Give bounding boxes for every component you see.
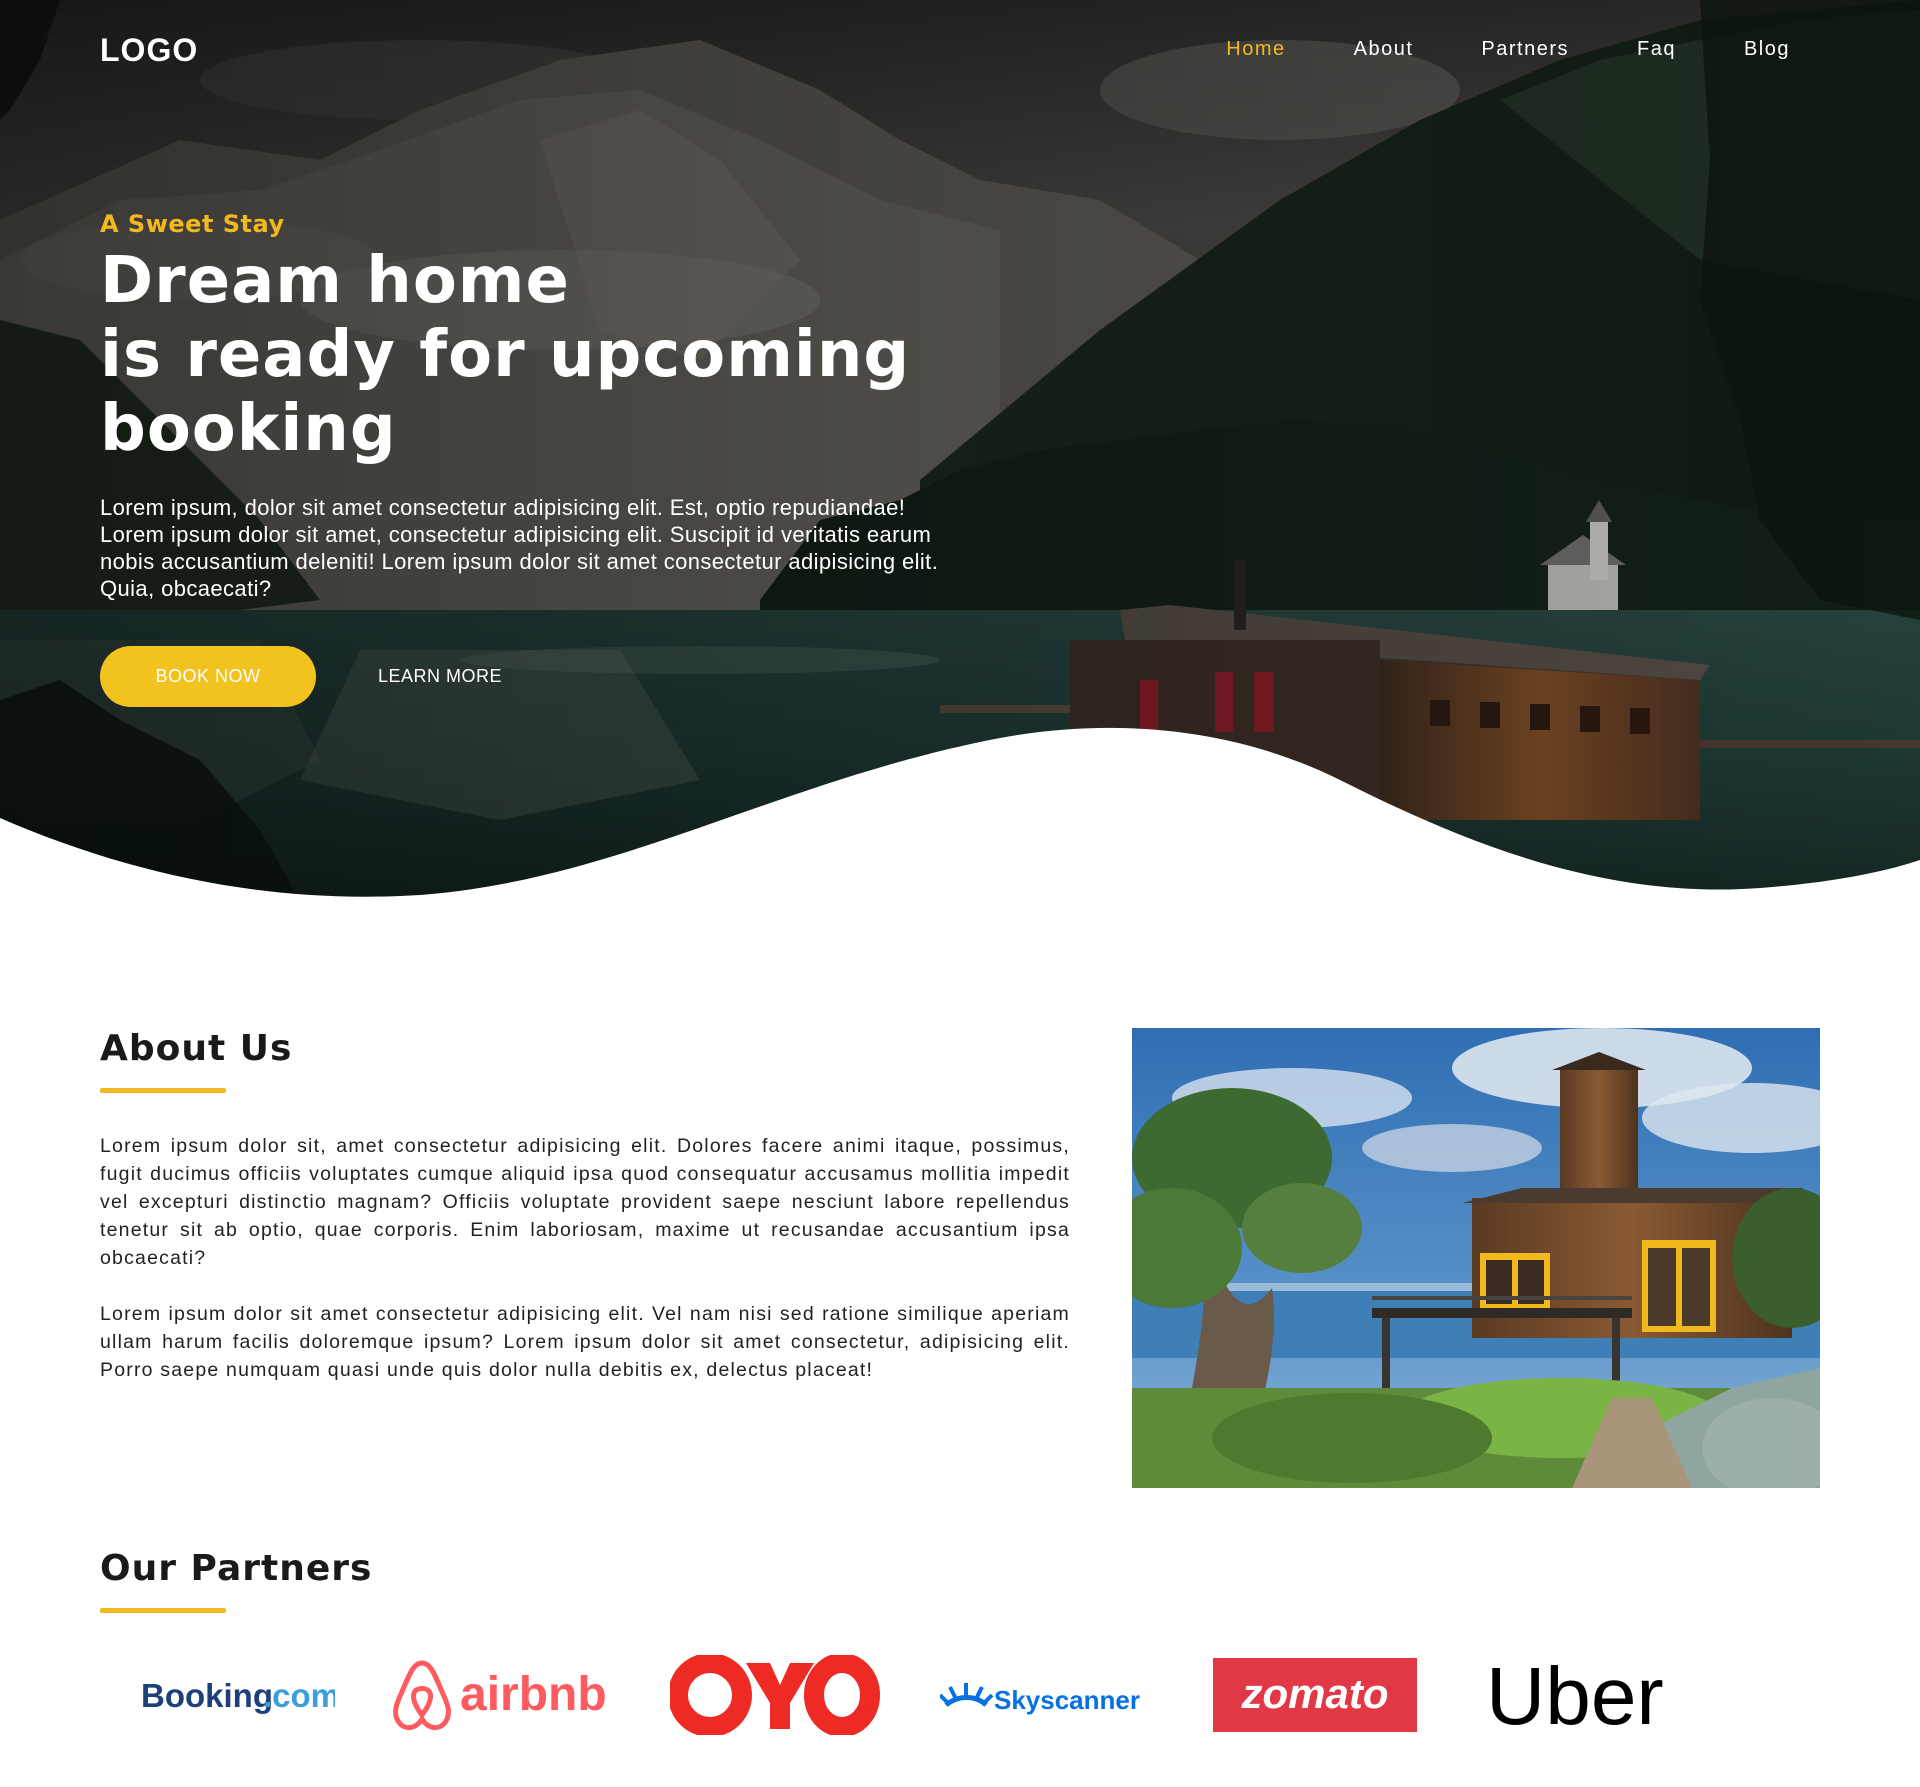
house-photo-illustration [1132,1028,1820,1488]
hero-content: A Sweet Stay Dream home is ready for upc… [100,210,960,707]
partner-logo-oyo[interactable] [640,1645,910,1745]
nav-links: Home About Partners Faq Blog [1158,38,1790,61]
nav-link-home[interactable]: Home [1226,38,1285,61]
partners-title: Our Partners [100,1548,373,1589]
partner-logo-zomato[interactable]: zomato [1180,1645,1450,1745]
skyscanner-logo: Skyscanner [940,1683,1140,1715]
hero-title-line-1: Dream home [100,244,570,318]
partners-title-underline [100,1608,226,1613]
hero-tagline: A Sweet Stay [100,210,285,238]
nav-link-partners[interactable]: Partners [1481,38,1569,61]
partner-logo-skyscanner[interactable]: Skyscanner [910,1645,1180,1745]
book-now-button[interactable]: BOOK NOW [100,646,316,707]
svg-text:zomato: zomato [1241,1670,1389,1717]
partners-section: Our Partners Booking .com airbnb Skyscan… [0,1540,1920,1780]
uber-logo: Uber [1486,1651,1664,1740]
partner-logo-booking[interactable]: Booking .com [100,1645,370,1745]
partner-logo-uber[interactable]: Uber [1450,1645,1720,1745]
about-section: About Us Lorem ipsum dolor sit, amet con… [0,1000,1920,1520]
zomato-logo: zomato [1213,1658,1417,1732]
about-paragraph-2: Lorem ipsum dolor sit amet consectetur a… [100,1303,1070,1381]
oyo-logo [670,1655,880,1735]
hero-wave-divider [0,727,1920,900]
booking-logo: Booking .com [141,1677,335,1714]
svg-text:.com: .com [263,1677,335,1714]
nav-link-faq[interactable]: Faq [1637,38,1676,61]
hero-section: LOGO Home About Partners Faq Blog A Swee… [0,0,1920,900]
site-logo[interactable]: LOGO [100,32,198,69]
airbnb-logo: airbnb [393,1660,607,1730]
about-house-image [1132,1028,1820,1488]
svg-text:airbnb: airbnb [460,1668,607,1721]
partner-logo-airbnb[interactable]: airbnb [370,1645,640,1745]
hero-description: Lorem ipsum, dolor sit amet consectetur … [100,495,939,601]
partner-logos: Booking .com airbnb Skyscanner zomato Ub… [100,1640,1720,1750]
about-paragraph-1: Lorem ipsum dolor sit, amet consectetur … [100,1135,1070,1269]
hero-title-line-2: is ready for upcoming [100,318,911,392]
about-title: About Us [100,1028,293,1069]
about-title-underline [100,1088,226,1093]
hero-title: Dream home is ready for upcoming booking [100,244,960,466]
nav-link-about[interactable]: About [1354,38,1414,61]
hero-buttons: BOOK NOW LEARN MORE [100,646,960,707]
svg-text:Booking: Booking [141,1677,273,1714]
svg-text:Uber: Uber [1486,1651,1664,1740]
navbar: LOGO Home About Partners Faq Blog [0,0,1920,100]
hero-title-line-3: booking [100,392,397,466]
nav-link-blog[interactable]: Blog [1744,38,1790,61]
svg-text:Skyscanner: Skyscanner [994,1685,1140,1715]
about-text: Lorem ipsum dolor sit, amet consectetur … [100,1132,1070,1384]
learn-more-button[interactable]: LEARN MORE [378,666,502,687]
